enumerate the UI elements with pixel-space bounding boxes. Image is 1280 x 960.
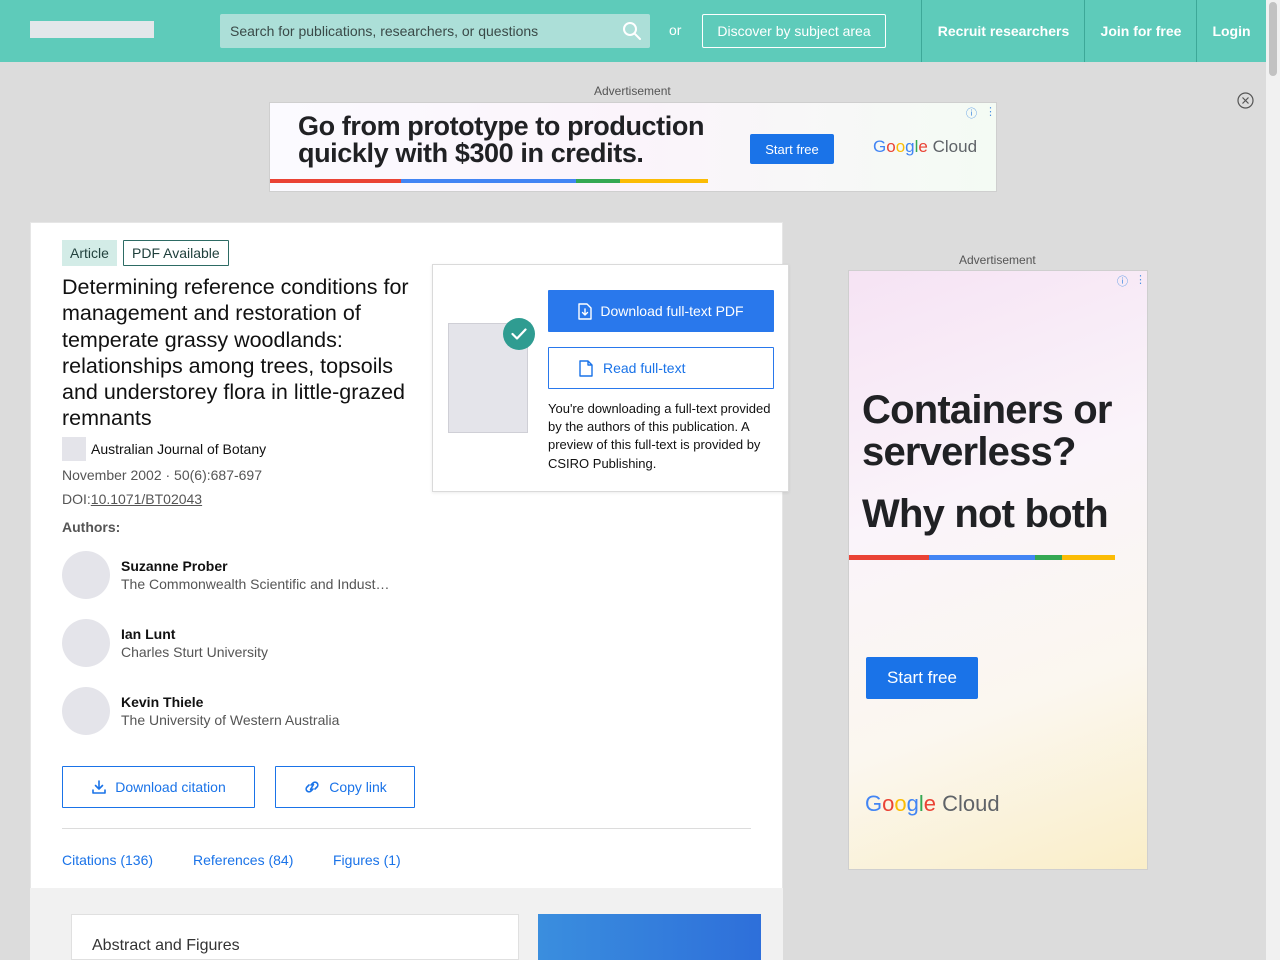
ad-headline: Go from prototype to production quickly …: [298, 111, 705, 168]
fulltext-note: You're downloading a full-text provided …: [548, 401, 771, 471]
side-ad-start-free-button[interactable]: Start free: [866, 657, 978, 699]
section-divider: [62, 828, 751, 829]
search-icon[interactable]: [622, 21, 642, 41]
side-ad-subheadline: Why not both: [862, 492, 1109, 536]
side-ad-menu-icon[interactable]: ⋮: [1135, 273, 1146, 286]
search-box[interactable]: [220, 14, 650, 48]
checkmark-icon: [503, 318, 535, 350]
journal-name[interactable]: Australian Journal of Botany: [91, 441, 266, 457]
side-ad-label: Advertisement: [959, 253, 1036, 267]
doi-line: DOI:10.1071/BT02043: [62, 491, 203, 507]
journal-icon: [62, 437, 86, 461]
side-google-cloud-logo: Google Cloud: [865, 791, 1000, 816]
tab-figures[interactable]: Figures (1): [333, 852, 401, 868]
abstract-card: Abstract and Figures: [71, 914, 519, 960]
author-name[interactable]: Kevin Thiele: [121, 694, 203, 710]
author-name[interactable]: Ian Lunt: [121, 626, 175, 642]
copy-link-button[interactable]: Copy link: [275, 766, 415, 808]
close-ad-icon[interactable]: [1237, 92, 1254, 109]
document-icon: [579, 359, 593, 377]
google-cloud-logo: Google Cloud: [873, 137, 978, 156]
figure-preview-panel[interactable]: [538, 914, 761, 960]
top-banner-ad[interactable]: Go from prototype to production quickly …: [269, 102, 997, 192]
side-ad-color-bar: [849, 555, 1115, 560]
download-icon: [92, 780, 107, 794]
link-icon: [305, 781, 319, 793]
tab-citations[interactable]: Citations (136): [62, 852, 153, 868]
google-wordmark: Google: [873, 137, 928, 156]
pdf-download-icon: [578, 302, 593, 320]
login-link[interactable]: Login: [1196, 0, 1266, 62]
download-fulltext-pdf-button[interactable]: Download full-text PDF: [548, 290, 774, 332]
side-banner-ad[interactable]: ⓘ ⋮ Containers or serverless? Why not bo…: [848, 270, 1148, 870]
doi-link[interactable]: 10.1071/BT02043: [91, 491, 202, 507]
author-item[interactable]: Ian Lunt Charles Sturt University: [62, 619, 422, 667]
site-logo[interactable]: [30, 21, 154, 38]
article-title: Determining reference conditions for man…: [62, 275, 409, 431]
search-input[interactable]: [220, 14, 620, 48]
download-citation-button[interactable]: Download citation: [62, 766, 255, 808]
avatar[interactable]: [62, 551, 110, 599]
publication-date: November 2002 · 50(6):687-697: [62, 467, 263, 483]
avatar[interactable]: [62, 687, 110, 735]
avatar[interactable]: [62, 619, 110, 667]
author-item[interactable]: Suzanne Prober The Commonwealth Scientif…: [62, 551, 422, 599]
ad-start-free-button[interactable]: Start free: [750, 134, 834, 164]
side-ad-info-icon[interactable]: ⓘ: [1117, 273, 1128, 289]
ad-info-icon[interactable]: ⓘ: [966, 105, 977, 121]
side-ad-headline: Containers or serverless?: [862, 388, 1112, 474]
author-name[interactable]: Suzanne Prober: [121, 558, 228, 574]
authors-heading: Authors:: [62, 519, 121, 535]
scrollbar-thumb[interactable]: [1269, 2, 1277, 76]
abstract-heading: Abstract and Figures: [92, 937, 240, 954]
article-type-badge: Article: [62, 240, 117, 266]
tab-references[interactable]: References (84): [193, 852, 293, 868]
author-institution[interactable]: The University of Western Australia: [121, 712, 391, 728]
author-item[interactable]: Kevin Thiele The University of Western A…: [62, 687, 422, 735]
ad-color-bar: [270, 179, 708, 183]
join-free-link[interactable]: Join for free: [1084, 0, 1197, 62]
ad-label: Advertisement: [594, 84, 671, 98]
read-fulltext-button[interactable]: Read full-text: [548, 347, 774, 389]
scrollbar-track[interactable]: [1266, 0, 1280, 960]
ad-menu-icon[interactable]: ⋮: [985, 105, 996, 118]
recruit-researchers-link[interactable]: Recruit researchers: [921, 0, 1085, 62]
or-separator: or: [669, 22, 682, 38]
fulltext-download-popover: Download full-text PDF Read full-text Yo…: [432, 264, 789, 492]
author-institution[interactable]: Charles Sturt University: [121, 644, 391, 660]
top-navigation-bar: or Discover by subject area Recruit rese…: [0, 0, 1266, 62]
google-wordmark: Google: [865, 791, 937, 816]
pdf-available-badge: PDF Available: [123, 240, 229, 266]
author-institution[interactable]: The Commonwealth Scientific and Industri…: [121, 576, 391, 592]
discover-subject-button[interactable]: Discover by subject area: [702, 14, 886, 48]
